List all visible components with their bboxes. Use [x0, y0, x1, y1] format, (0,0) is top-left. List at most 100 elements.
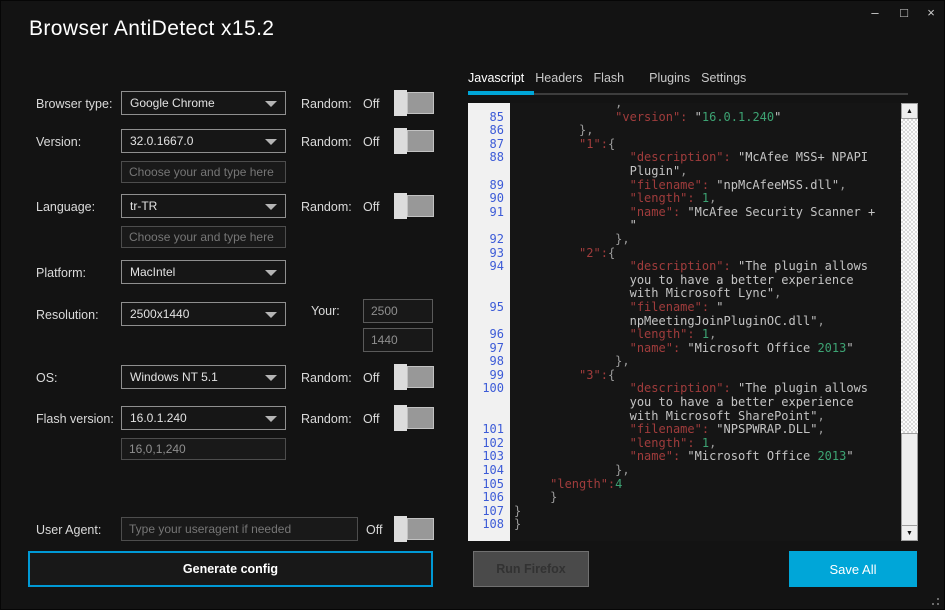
- code-lines: ,85 "version": "16.0.1.240"86 },87 "1":{…: [468, 103, 901, 532]
- code-row: 86 },: [468, 124, 901, 138]
- language-dropdown[interactable]: tr-TR: [121, 194, 286, 218]
- user-agent-label: User Agent:: [36, 523, 101, 537]
- line-number: 94: [468, 260, 510, 274]
- code-row: 95 "filename": ": [468, 301, 901, 315]
- code-row: ": [468, 219, 901, 233]
- language-value: tr-TR: [130, 199, 157, 213]
- code-line-text: with Microsoft SharePoint",: [510, 410, 825, 424]
- os-value: Windows NT 5.1: [130, 370, 218, 384]
- os-label: OS:: [36, 371, 58, 385]
- line-number: 107: [468, 505, 510, 519]
- resolution-value: 2500x1440: [130, 307, 189, 321]
- resolution-label: Resolution:: [36, 308, 99, 322]
- line-number: [468, 165, 510, 179]
- code-line-text: "3":{: [510, 369, 615, 383]
- random-label: Random:: [301, 412, 352, 426]
- line-number: 100: [468, 382, 510, 396]
- tab-plugins[interactable]: Plugins: [649, 71, 690, 85]
- code-row: you to have a better experience: [468, 396, 901, 410]
- code-row: 98 },: [468, 355, 901, 369]
- run-firefox-button[interactable]: Run Firefox: [473, 551, 589, 587]
- user-agent-input[interactable]: [121, 517, 358, 541]
- version-label: Version:: [36, 135, 81, 149]
- line-number: 102: [468, 437, 510, 451]
- app-window: Browser AntiDetect x15.2 – □ × Browser t…: [0, 0, 945, 610]
- line-number: 99: [468, 369, 510, 383]
- line-number: 92: [468, 233, 510, 247]
- line-number: 97: [468, 342, 510, 356]
- version-random-toggle[interactable]: [394, 128, 434, 154]
- chevron-down-icon: [265, 375, 277, 381]
- browser-type-random-toggle[interactable]: [394, 90, 434, 116]
- line-number: 108: [468, 518, 510, 532]
- language-random-toggle[interactable]: [394, 193, 434, 219]
- toggle-handle: [394, 364, 407, 390]
- code-line-text: "length": 1,: [510, 192, 716, 206]
- generate-config-button[interactable]: Generate config: [28, 551, 433, 587]
- line-number: 105: [468, 478, 510, 492]
- code-row: with Microsoft SharePoint",: [468, 410, 901, 424]
- active-tab-indicator: [468, 91, 534, 95]
- code-line-text: "filename": "npMcAfeeMSS.dll",: [510, 179, 846, 193]
- chevron-down-icon: [265, 204, 277, 210]
- browser-type-dropdown[interactable]: Google Chrome: [121, 91, 286, 115]
- resolution-width-input[interactable]: [363, 299, 433, 323]
- chevron-down-icon: [265, 312, 277, 318]
- version-custom-input[interactable]: [121, 161, 286, 183]
- flash-random-toggle[interactable]: [394, 405, 434, 431]
- random-label: Random:: [301, 371, 352, 385]
- tab-headers[interactable]: Headers: [535, 71, 582, 85]
- toggle-track: [407, 366, 434, 388]
- resize-grip[interactable]: [927, 593, 939, 605]
- tab-settings[interactable]: Settings: [701, 71, 746, 85]
- code-row: 105 "length":4: [468, 478, 901, 492]
- code-line-text: },: [510, 233, 630, 247]
- os-random-toggle[interactable]: [394, 364, 434, 390]
- line-number: [468, 287, 510, 301]
- resolution-dropdown[interactable]: 2500x1440: [121, 302, 286, 326]
- code-line-text: with Microsoft Lync",: [510, 287, 781, 301]
- resolution-height-input[interactable]: [363, 328, 433, 352]
- flash-version-dropdown[interactable]: 16.0.1.240: [121, 406, 286, 430]
- line-number: [468, 219, 510, 233]
- tab-javascript[interactable]: Javascript: [468, 71, 524, 85]
- line-number: 95: [468, 301, 510, 315]
- save-all-button[interactable]: Save All: [789, 551, 917, 587]
- code-line-text: "1":{: [510, 138, 615, 152]
- line-number: [468, 274, 510, 288]
- code-row: 85 "version": "16.0.1.240": [468, 111, 901, 125]
- toggle-handle: [394, 516, 407, 542]
- scroll-down-icon[interactable]: ▼: [901, 525, 918, 541]
- editor-scrollbar[interactable]: ▲ ▼: [901, 103, 918, 541]
- close-button[interactable]: ×: [919, 4, 943, 22]
- os-dropdown[interactable]: Windows NT 5.1: [121, 365, 286, 389]
- code-row: 89 "filename": "npMcAfeeMSS.dll",: [468, 179, 901, 193]
- minimize-button[interactable]: –: [863, 4, 887, 22]
- tab-underline-track: [534, 93, 908, 95]
- toggle-track: [407, 130, 434, 152]
- chevron-down-icon: [265, 416, 277, 422]
- code-editor[interactable]: ,85 "version": "16.0.1.240"86 },87 "1":{…: [468, 103, 918, 541]
- chevron-down-icon: [265, 101, 277, 107]
- user-agent-toggle[interactable]: [394, 516, 434, 542]
- line-number: [468, 410, 510, 424]
- scroll-up-icon[interactable]: ▲: [901, 103, 918, 119]
- platform-dropdown[interactable]: MacIntel: [121, 260, 286, 284]
- code-row: 97 "name": "Microsoft Office 2013": [468, 342, 901, 356]
- flash-version-custom-input[interactable]: [121, 438, 286, 460]
- tab-flash[interactable]: Flash: [594, 71, 625, 85]
- code-row: 99 "3":{: [468, 369, 901, 383]
- browser-type-value: Google Chrome: [130, 96, 215, 110]
- chevron-down-icon: [265, 139, 277, 145]
- random-state-label: Off: [363, 97, 379, 111]
- line-number: 90: [468, 192, 510, 206]
- flash-version-label: Flash version:: [36, 412, 114, 426]
- code-line-text: "2":{: [510, 247, 615, 261]
- language-custom-input[interactable]: [121, 226, 286, 248]
- code-row: 93 "2":{: [468, 247, 901, 261]
- maximize-button[interactable]: □: [892, 4, 916, 22]
- scrollbar-thumb[interactable]: [901, 433, 918, 526]
- version-dropdown[interactable]: 32.0.1667.0: [121, 129, 286, 153]
- line-number: 96: [468, 328, 510, 342]
- app-title: Browser AntiDetect x15.2: [29, 17, 274, 41]
